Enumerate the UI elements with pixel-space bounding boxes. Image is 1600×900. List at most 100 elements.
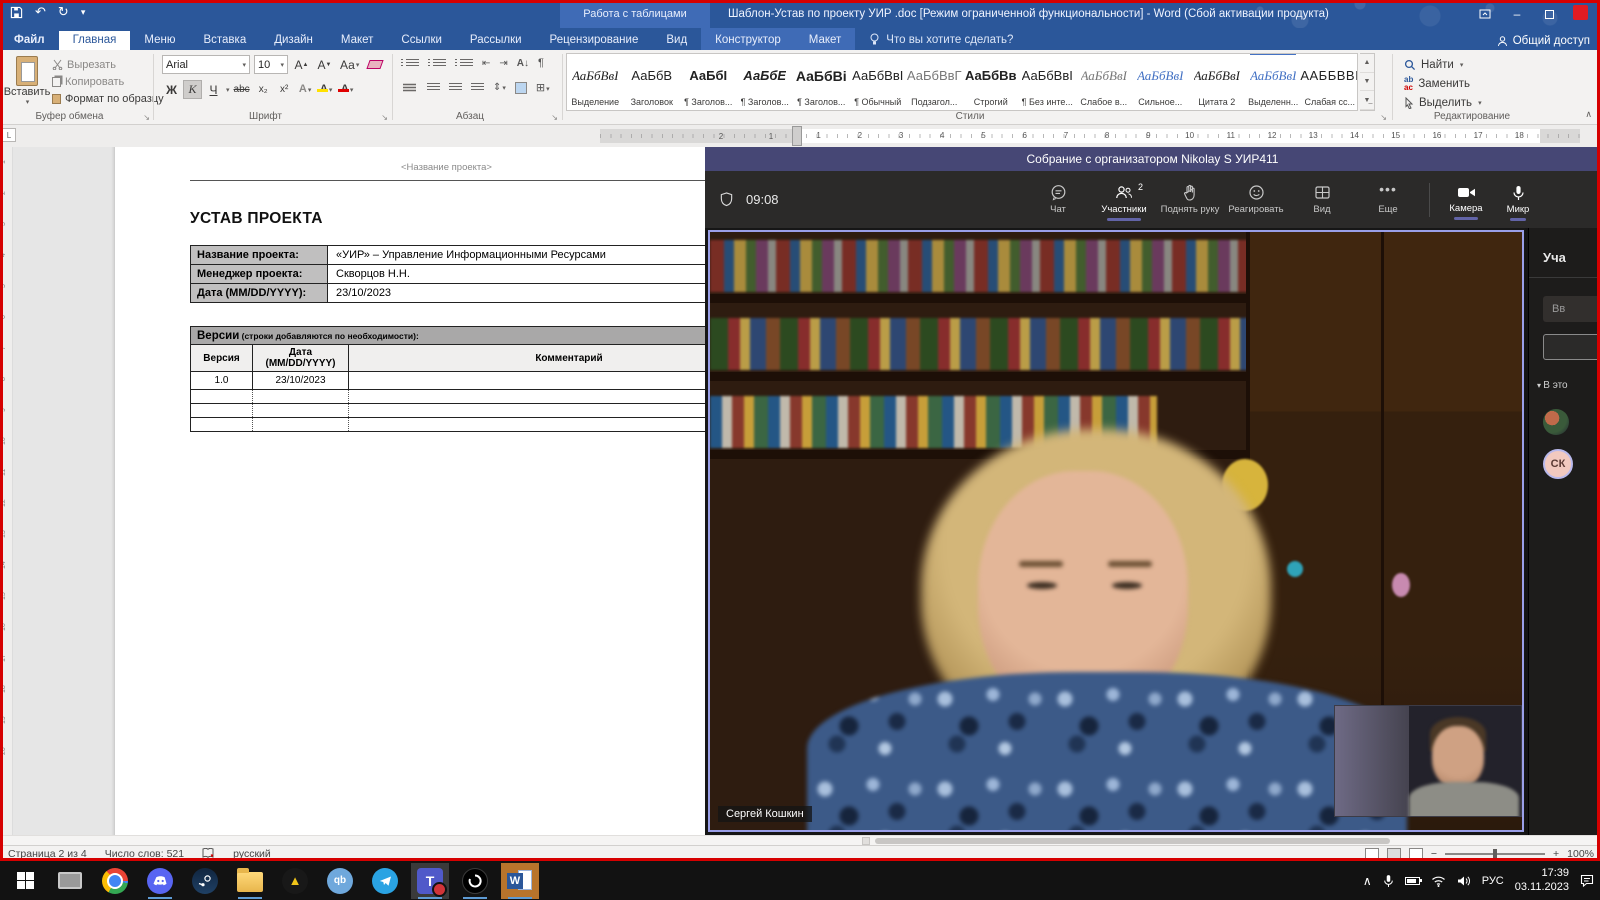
style-item[interactable]: АаБбВЗаголовок bbox=[624, 54, 681, 110]
justify-icon[interactable] bbox=[471, 83, 484, 92]
margin-marker[interactable] bbox=[792, 126, 802, 146]
font-dialog-launcher[interactable]: ↘ bbox=[381, 113, 388, 122]
panel-button[interactable] bbox=[1543, 334, 1600, 360]
styles-dialog-launcher[interactable]: ↘ bbox=[1380, 113, 1387, 122]
numbering-icon[interactable] bbox=[433, 59, 446, 68]
style-item[interactable]: АаБбВвІЦитата 2 bbox=[1189, 54, 1246, 110]
style-item[interactable]: АаБбВвІВыделение bbox=[567, 54, 624, 110]
participants-button[interactable]: 2 Участники bbox=[1093, 180, 1155, 219]
select-button[interactable]: Выделить▾ bbox=[1404, 93, 1482, 112]
collapse-ribbon-icon[interactable]: ∧ bbox=[1585, 109, 1592, 120]
italic-button[interactable]: К bbox=[183, 80, 202, 99]
vertical-ruler[interactable]: 1234567891011121314151617181920 bbox=[0, 147, 13, 835]
copy-button[interactable]: Копировать bbox=[52, 73, 164, 90]
text-effects-button[interactable]: А▾ bbox=[296, 80, 315, 99]
tab-review[interactable]: Рецензирование bbox=[536, 31, 653, 50]
bold-button[interactable]: Ж bbox=[162, 80, 181, 99]
find-button[interactable]: Найти▾ bbox=[1404, 55, 1482, 74]
zoom-slider-thumb[interactable] bbox=[1493, 849, 1497, 859]
align-center-icon[interactable] bbox=[427, 83, 440, 92]
scrollbar-thumb[interactable] bbox=[875, 838, 1390, 844]
bullets-icon[interactable] bbox=[406, 59, 419, 68]
taskbar-app-discord[interactable] bbox=[141, 863, 179, 899]
start-button[interactable] bbox=[6, 863, 44, 899]
participant-search-input[interactable]: Вв bbox=[1543, 296, 1600, 322]
taskbar-app-explorer[interactable] bbox=[231, 863, 269, 899]
restore-button[interactable] bbox=[1534, 2, 1564, 26]
change-case-button[interactable]: Аа▾ bbox=[338, 55, 361, 74]
taskbar-app-word[interactable]: W bbox=[501, 863, 539, 899]
grow-font-button[interactable]: А▲ bbox=[292, 55, 311, 74]
qat-customize-icon[interactable]: ▾ bbox=[81, 7, 86, 18]
zoom-out-icon[interactable]: − bbox=[1431, 848, 1437, 860]
style-item[interactable]: АаБбВвСтрогий bbox=[963, 54, 1020, 110]
document-page[interactable]: <Название проекта> УСТАВ ПРОЕКТА Названи… bbox=[115, 147, 778, 835]
styles-more-icon[interactable]: ▼̲ bbox=[1360, 91, 1374, 110]
style-item[interactable]: АаБбВвІ¶ Без инте... bbox=[1019, 54, 1076, 110]
in-meeting-section[interactable]: В это bbox=[1537, 380, 1600, 391]
underline-button[interactable]: Ч bbox=[204, 80, 223, 99]
line-spacing-icon[interactable]: ⇕▾ bbox=[493, 82, 506, 93]
participant-initials[interactable]: СК bbox=[1543, 449, 1573, 479]
sort-icon[interactable]: А↓ bbox=[517, 58, 529, 69]
notification-center-icon[interactable] bbox=[1580, 874, 1594, 887]
format-painter-button[interactable]: Формат по образцу bbox=[52, 90, 164, 107]
font-name-select[interactable]: Arial▾ bbox=[162, 55, 250, 74]
tab-menu[interactable]: Меню bbox=[130, 31, 189, 50]
tab-view[interactable]: Вид bbox=[652, 31, 701, 50]
proofing-icon[interactable] bbox=[202, 848, 215, 859]
align-left-icon[interactable] bbox=[401, 81, 418, 94]
hidden-icons-chevron[interactable]: ∧ bbox=[1363, 874, 1372, 888]
subscript-button[interactable]: x₂ bbox=[254, 80, 273, 99]
save-icon[interactable] bbox=[10, 6, 23, 19]
read-mode-icon[interactable] bbox=[1365, 848, 1379, 859]
mic-button[interactable]: Микр bbox=[1496, 181, 1540, 219]
battery-icon[interactable] bbox=[1405, 877, 1420, 885]
taskbar-clock[interactable]: 17:39 03.11.2023 bbox=[1515, 867, 1569, 895]
font-color-button[interactable]: А▾ bbox=[338, 80, 357, 99]
react-button[interactable]: Реагировать bbox=[1225, 180, 1287, 219]
font-size-select[interactable]: 10▾ bbox=[254, 55, 288, 74]
main-video-tile[interactable]: Сергей Кошкин bbox=[708, 230, 1524, 832]
styles-scroll-up-icon[interactable]: ▲ bbox=[1360, 54, 1374, 73]
tab-references[interactable]: Ссылки bbox=[387, 31, 456, 50]
styles-scroll-down-icon[interactable]: ▼ bbox=[1360, 73, 1374, 92]
taskbar-app-triangle[interactable]: ▲ bbox=[276, 863, 314, 899]
tab-layout[interactable]: Макет bbox=[327, 31, 388, 50]
style-item[interactable]: АаБбВі¶ Заголов... bbox=[793, 54, 850, 110]
style-item[interactable]: АаБбВвІСлабое в... bbox=[1076, 54, 1133, 110]
taskbar-app-project[interactable] bbox=[51, 863, 89, 899]
tab-design[interactable]: Дизайн bbox=[260, 31, 327, 50]
language-indicator[interactable]: русский bbox=[233, 848, 271, 860]
volume-icon[interactable] bbox=[1457, 875, 1471, 887]
wifi-icon[interactable] bbox=[1431, 875, 1446, 887]
chat-button[interactable]: Чат bbox=[1027, 180, 1089, 219]
undo-icon[interactable]: ↶ bbox=[35, 4, 46, 20]
tab-table-design[interactable]: Конструктор bbox=[701, 31, 795, 50]
language-switcher[interactable]: РУС bbox=[1482, 875, 1504, 887]
style-item[interactable]: АаБбВвІ¶ Обычный bbox=[850, 54, 907, 110]
scrollbar-split-box[interactable] bbox=[862, 837, 870, 845]
borders-icon[interactable]: ⊞▾ bbox=[536, 81, 550, 94]
taskbar-app-qbittorrent[interactable]: qb bbox=[321, 863, 359, 899]
camera-button[interactable]: Камера bbox=[1440, 181, 1492, 218]
redo-icon[interactable]: ↻ bbox=[58, 4, 69, 20]
tab-file[interactable]: Файл bbox=[0, 31, 59, 50]
tab-insert[interactable]: Вставка bbox=[189, 31, 260, 50]
align-right-icon[interactable] bbox=[449, 83, 462, 92]
teams-titlebar[interactable]: Собрание с организатором Nikolay S УИР41… bbox=[705, 147, 1600, 171]
horizontal-ruler[interactable]: 21 123456789101112131415161718 bbox=[600, 129, 1580, 143]
tell-me-box[interactable]: Что вы хотите сделать? bbox=[855, 30, 1027, 50]
page-indicator[interactable]: Страница 2 из 4 bbox=[8, 848, 87, 860]
show-marks-icon[interactable]: ¶ bbox=[538, 57, 544, 69]
taskbar-app-steam[interactable] bbox=[186, 863, 224, 899]
strikethrough-button[interactable]: abc bbox=[232, 80, 252, 99]
taskbar-app-telegram[interactable] bbox=[366, 863, 404, 899]
tab-table-layout[interactable]: Макет bbox=[795, 31, 856, 50]
style-item[interactable]: АаБбІ¶ Заголов... bbox=[680, 54, 737, 110]
decrease-indent-icon[interactable]: ⇤ bbox=[482, 58, 490, 69]
taskbar-app-teams[interactable]: T bbox=[411, 863, 449, 899]
increase-indent-icon[interactable]: ⇥ bbox=[499, 58, 507, 69]
raise-hand-button[interactable]: Поднять руку bbox=[1159, 180, 1221, 219]
taskbar-app-dark[interactable] bbox=[456, 863, 494, 899]
